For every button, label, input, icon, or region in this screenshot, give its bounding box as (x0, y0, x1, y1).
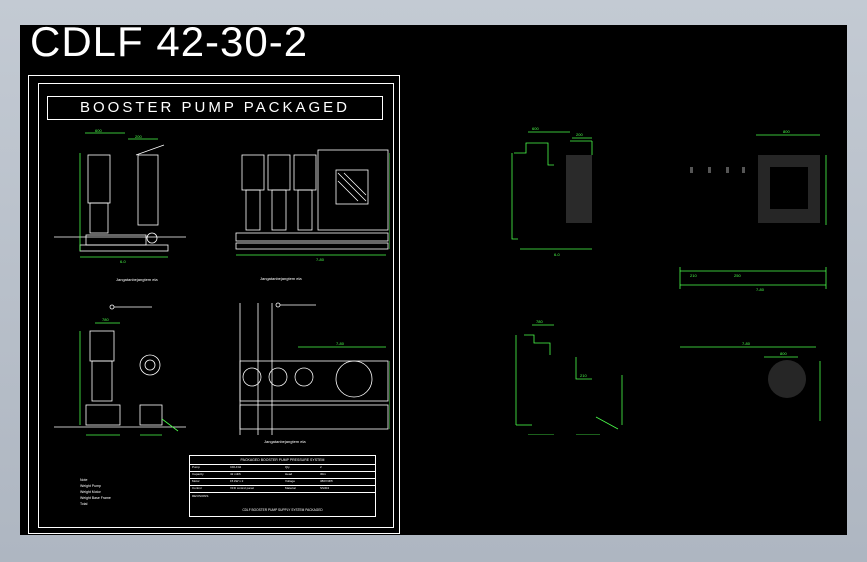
dim-label: 780 (536, 319, 543, 324)
dim-label: 800 (780, 351, 787, 356)
title-block-description: CDLF BOOSTER PUMP SUPPLY SYSTEM PACKAGED (242, 508, 323, 512)
dim-label: 7-80 (316, 257, 325, 262)
dim-label: 800 (783, 129, 790, 134)
tb-cell: Head (285, 472, 293, 476)
dim-label: 7-80 (336, 341, 345, 346)
dim-label: 7-80 (742, 341, 751, 346)
side-view-left: 780 (54, 317, 186, 436)
dim-group-upper-right: 800 210 250 7-80 (679, 129, 827, 292)
tb-cell: 380V/3Ph (320, 479, 334, 483)
tb-cell: Qty (285, 465, 290, 469)
dim-group-lower-left: 780 210 (515, 319, 623, 435)
dim-label: 250 (734, 273, 741, 278)
sheet-views: 600 200 6-0 7-80 780 7-80 (54, 128, 390, 436)
tb-cell: Voltage (285, 479, 296, 483)
title-block-row: Control VFD control panel Material SS304 (190, 485, 375, 493)
dim-label: 600 (95, 128, 102, 133)
tb-cell: Motor (192, 479, 200, 483)
model-space-geometry: 600 200 6-0 800 210 250 7-80 780 210 7-8… (511, 126, 827, 435)
dim-label: 210 (690, 273, 697, 278)
dim-label: 780 (102, 317, 109, 322)
dim-group-lower-right: 7-80 800 (680, 341, 821, 421)
dim-label: 200 (576, 132, 583, 137)
dim-group-upper-left: 600 200 6-0 (511, 126, 593, 257)
dim-label: 7-80 (756, 287, 765, 292)
caption-mid: Jangatanbejangtem ela (264, 439, 306, 444)
tb-cell: Pump (192, 465, 200, 469)
tb-cell: CDLF42 (230, 465, 242, 469)
tb-cell: 42 m3/h (230, 472, 241, 476)
front-view-right: 7-80 (235, 149, 390, 262)
note-line: Total (80, 502, 88, 506)
dim-label: 6-0 (554, 252, 561, 257)
caption-top-right: Jangatanbejangtem ela (260, 276, 302, 281)
plan-view-right: 7-80 (239, 303, 390, 435)
tb-cell: Capacity (192, 472, 204, 476)
dim-label: 200 (135, 134, 142, 139)
tb-cell: Control (192, 486, 202, 490)
caption-top-left: Jangatanbejangtem ela (116, 277, 158, 282)
tb-cell: SS304 (320, 486, 330, 490)
tb-cell: 15 kW x 2 (230, 479, 244, 483)
dim-label: 210 (580, 373, 587, 378)
tb-cell: 30m (320, 472, 326, 476)
dim-label: 6-0 (120, 259, 127, 264)
title-block: PACKAGED BOOSTER PUMP PRESSURE SYSTEM Pu… (189, 455, 376, 517)
front-view-left: 600 200 6-0 (54, 128, 186, 264)
drawing-title: CDLF 42-30-2 (30, 25, 309, 65)
title-block-revisions: REVISIONS (192, 494, 209, 498)
weight-notes: Note Weight Pump Weight Motor Weight Bas… (80, 477, 111, 507)
tb-cell: Material (285, 486, 296, 490)
tb-cell: VFD control panel (230, 486, 255, 490)
tb-cell: 2 (320, 465, 322, 469)
drawing-canvas[interactable]: CDLF 42-30-2 BOOSTER PUMP PACKAGED 600 2… (20, 25, 847, 535)
dim-label: 600 (532, 126, 539, 131)
drawing-banner: BOOSTER PUMP PACKAGED (47, 96, 383, 120)
